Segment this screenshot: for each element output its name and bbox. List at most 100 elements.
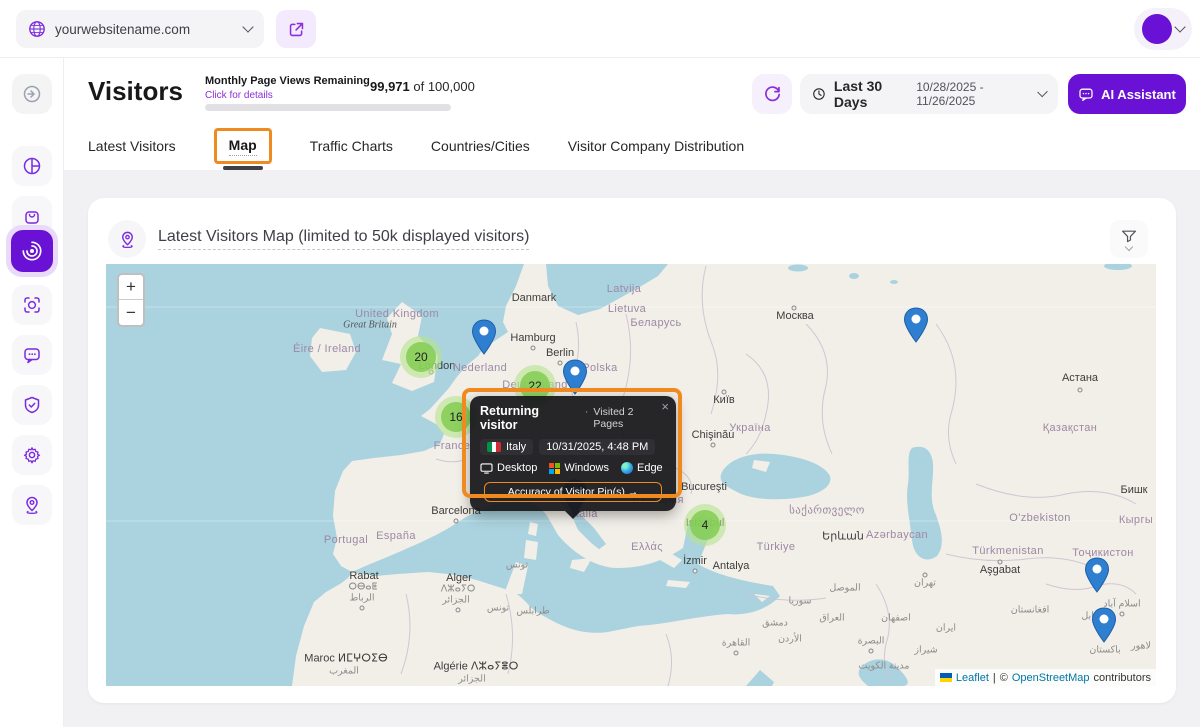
website-name: yourwebsitename.com bbox=[55, 22, 244, 37]
chevron-down-icon bbox=[1174, 21, 1185, 32]
popup-title: Returning visitor bbox=[480, 404, 580, 432]
sidebar-item-dashboard[interactable] bbox=[12, 146, 52, 186]
popup-browser: Edge bbox=[621, 462, 663, 474]
pageviews-progressbar bbox=[205, 104, 451, 111]
accuracy-of-visitor-pins-button[interactable]: Accuracy of Visitor Pin(s) → bbox=[484, 482, 662, 502]
popup-country-chip: Italy bbox=[480, 439, 533, 455]
map-pin-icon bbox=[22, 495, 42, 515]
map-zoom-control: + − bbox=[117, 273, 145, 327]
user-menu[interactable] bbox=[1134, 8, 1192, 50]
open-website-button[interactable] bbox=[276, 10, 316, 48]
sidebar bbox=[0, 58, 64, 727]
pageviews-details-link[interactable]: Click for details bbox=[205, 90, 273, 101]
edge-icon bbox=[621, 462, 633, 474]
map-city-dot bbox=[711, 443, 716, 448]
desktop-icon bbox=[480, 463, 493, 474]
tab-map-active[interactable]: Map bbox=[229, 137, 257, 156]
chat-bubble-icon bbox=[22, 345, 42, 365]
page-title: Visitors bbox=[88, 76, 183, 107]
visitor-pin-marker[interactable] bbox=[562, 359, 588, 400]
map-card: Latest Visitors Map (limited to 50k disp… bbox=[88, 198, 1176, 703]
funnel-icon bbox=[1121, 229, 1137, 243]
visitor-pin-marker[interactable] bbox=[1084, 557, 1110, 598]
arrow-right-circle-icon bbox=[22, 84, 42, 104]
visitor-pin-marker[interactable] bbox=[903, 307, 929, 348]
visitor-cluster-marker[interactable]: 20 bbox=[400, 336, 442, 378]
chevron-down-icon bbox=[1125, 242, 1133, 250]
refresh-icon bbox=[763, 85, 782, 104]
pie-chart-icon bbox=[22, 156, 42, 176]
date-range-dates: 10/28/2025 - 11/26/2025 bbox=[916, 80, 1029, 108]
map-city-dot bbox=[693, 569, 698, 574]
chevron-down-icon bbox=[1037, 87, 1048, 98]
map-city-dot bbox=[923, 573, 928, 578]
globe-icon bbox=[28, 20, 46, 38]
sidebar-item-settings[interactable] bbox=[12, 435, 52, 475]
ai-assistant-label: AI Assistant bbox=[1101, 87, 1176, 102]
tab-latest-visitors[interactable]: Latest Visitors bbox=[88, 138, 176, 154]
visitor-popup: × Returning visitor · Visited 2 Pages It… bbox=[470, 396, 676, 511]
map-attribution: Leaflet | © OpenStreetMap contributors bbox=[935, 669, 1156, 686]
map-city-dot bbox=[531, 346, 536, 351]
map-city-dot bbox=[869, 649, 874, 654]
map-canvas[interactable]: + − × Returning visitor · Visited 2 Page… bbox=[106, 264, 1156, 686]
map-city-dot bbox=[1120, 612, 1125, 617]
chevron-down-icon bbox=[242, 21, 253, 32]
zoom-out-button[interactable]: − bbox=[119, 300, 143, 325]
popup-visited-pages: Visited 2 Pages bbox=[593, 406, 666, 430]
tab-traffic-charts[interactable]: Traffic Charts bbox=[310, 138, 393, 154]
sidebar-item-privacy[interactable] bbox=[12, 385, 52, 425]
map-tab-annotation-box: Map bbox=[214, 128, 272, 164]
openstreetmap-link[interactable]: OpenStreetMap bbox=[1012, 672, 1090, 684]
map-city-dot bbox=[456, 608, 461, 613]
focus-icon bbox=[22, 295, 42, 315]
ukraine-flag-icon bbox=[940, 673, 952, 682]
pageviews-value: 99,971 of 100,000 bbox=[370, 79, 475, 94]
avatar bbox=[1142, 14, 1172, 44]
gear-icon bbox=[22, 445, 42, 465]
map-city-dot bbox=[734, 651, 739, 656]
windows-icon bbox=[549, 463, 560, 474]
ai-assistant-button[interactable]: AI Assistant bbox=[1068, 74, 1186, 114]
map-filter-button[interactable] bbox=[1110, 220, 1148, 258]
tab-bar: Latest Visitors Map Traffic Charts Count… bbox=[88, 128, 744, 164]
pageviews-progress-fill bbox=[205, 104, 451, 111]
sidebar-item-behavior[interactable] bbox=[12, 285, 52, 325]
clock-icon bbox=[812, 86, 826, 102]
zoom-in-button[interactable]: + bbox=[119, 275, 143, 300]
date-range-label: Last 30 Days bbox=[834, 78, 908, 110]
external-link-icon bbox=[288, 21, 305, 38]
visitor-pin-marker[interactable] bbox=[471, 319, 497, 360]
map-city-dot bbox=[722, 390, 727, 395]
pageviews-label: Monthly Page Views Remaining bbox=[205, 75, 370, 87]
close-icon[interactable]: × bbox=[661, 399, 669, 414]
map-city-dot bbox=[998, 560, 1003, 565]
leaflet-link[interactable]: Leaflet bbox=[956, 672, 989, 684]
visitor-cluster-marker[interactable]: 4 bbox=[684, 504, 726, 546]
app-root: yourwebsitename.com bbox=[0, 0, 1200, 727]
map-city-dot bbox=[360, 606, 365, 611]
top-bar: yourwebsitename.com bbox=[0, 0, 1200, 58]
visitor-pin-marker[interactable] bbox=[1091, 607, 1117, 648]
map-city-dot bbox=[454, 519, 459, 524]
map-city-dot bbox=[1078, 388, 1083, 393]
map-pin-badge-icon bbox=[108, 220, 146, 258]
visitors-radar-icon bbox=[11, 230, 53, 272]
chat-icon bbox=[1078, 86, 1094, 102]
sidebar-item-visitors-active[interactable] bbox=[6, 225, 58, 277]
popup-os: Windows bbox=[549, 462, 609, 474]
sidebar-item-location[interactable] bbox=[12, 485, 52, 525]
tab-visitor-company-distribution[interactable]: Visitor Company Distribution bbox=[568, 138, 744, 154]
map-card-title: Latest Visitors Map (limited to 50k disp… bbox=[158, 228, 529, 250]
popup-device: Desktop bbox=[480, 462, 537, 474]
refresh-button[interactable] bbox=[752, 74, 792, 114]
tab-countries-cities[interactable]: Countries/Cities bbox=[431, 138, 530, 154]
website-selector[interactable]: yourwebsitename.com bbox=[16, 10, 264, 48]
italy-flag-icon bbox=[487, 442, 501, 452]
sidebar-collapse-toggle[interactable] bbox=[12, 74, 52, 114]
map-city-dot bbox=[792, 306, 797, 311]
sidebar-item-communication[interactable] bbox=[12, 335, 52, 375]
shield-check-icon bbox=[22, 395, 42, 415]
date-range-selector[interactable]: Last 30 Days 10/28/2025 - 11/26/2025 bbox=[800, 74, 1058, 114]
shopping-bag-icon bbox=[22, 206, 42, 226]
